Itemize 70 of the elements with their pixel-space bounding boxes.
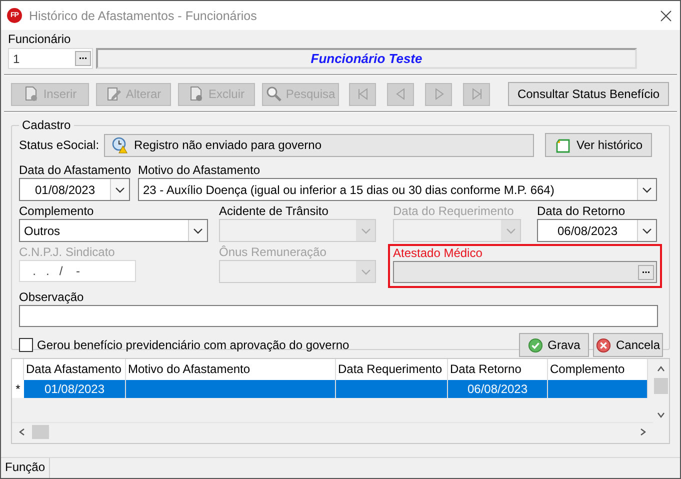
column-header[interactable]: Complemento <box>548 359 648 380</box>
history-button[interactable]: Ver histórico <box>545 133 652 157</box>
employee-name-display: Funcionário Teste <box>96 48 637 69</box>
column-header[interactable]: Data Retorno <box>448 359 548 380</box>
document-icon <box>554 137 571 153</box>
field-label: Acidente de Trânsito <box>219 204 330 219</box>
document-plus-icon <box>23 86 40 102</box>
field-label: Funcionário <box>8 32 72 47</box>
field-label: Atestado Médico <box>393 246 484 261</box>
scroll-up-icon[interactable] <box>657 365 665 373</box>
browse-button[interactable]: ... <box>75 51 91 66</box>
dropdown-chevron-icon <box>193 228 203 234</box>
scroll-right-icon[interactable] <box>639 428 647 436</box>
dropdown-field[interactable]: 01/08/2023 <box>19 178 130 201</box>
field-label: Observação <box>19 290 85 305</box>
table-cell: 06/08/2023 <box>448 380 548 398</box>
field-label: Data do Requerimento <box>393 204 515 219</box>
table-cell: 01/08/2023 <box>24 380 126 398</box>
status-button[interactable]: Consultar Status Benefício <box>508 82 669 106</box>
clock-warning-icon <box>111 136 128 154</box>
cancel-circle-icon <box>596 338 611 352</box>
dropdown-chevron-icon <box>642 228 652 234</box>
dropdown-chevron-icon <box>361 268 371 274</box>
field-label: Data do Afastamento <box>19 163 130 178</box>
field-value: 01/08/2023 <box>34 182 96 196</box>
column-header[interactable]: Data Requerimento <box>336 359 448 380</box>
action-button[interactable]: Cancela <box>593 333 663 357</box>
action-button[interactable]: Grava <box>519 333 589 357</box>
column-header[interactable]: Motivo do Afastamento <box>126 359 336 380</box>
skip-last-icon <box>470 87 484 101</box>
search-icon <box>266 86 282 102</box>
dropdown-chevron-icon <box>506 228 516 234</box>
column-header[interactable]: Data Afastamento <box>24 359 126 380</box>
document-minus-icon <box>188 86 204 102</box>
dropdown-field[interactable]: Outros <box>19 219 208 242</box>
field-value: Outros <box>23 224 62 238</box>
close-icon[interactable] <box>660 10 672 22</box>
dropdown-chevron-icon <box>642 186 652 192</box>
field-label: C.N.P.J. Sindicato <box>19 245 116 260</box>
field-label: Data do Retorno <box>537 204 626 219</box>
triangle-left-icon <box>394 87 408 101</box>
checkbox[interactable] <box>19 338 33 352</box>
window-title: Histórico de Afastamentos - Funcionários <box>29 8 258 22</box>
masked-input-field[interactable]: . . / - <box>19 260 136 282</box>
dropdown-field[interactable]: 06/08/2023 <box>537 219 657 242</box>
field-label: Ônus Remuneração <box>219 245 328 260</box>
scroll-thumb[interactable] <box>32 425 49 439</box>
status-bar-text: Função <box>1 458 50 478</box>
checkbox-label: Gerou benefício previdenciário com aprovação do governo <box>37 338 350 352</box>
dropdown-chevron-icon <box>361 228 371 234</box>
check-circle-icon <box>528 338 543 352</box>
row-indicator: * <box>12 380 24 398</box>
document-pencil-icon <box>106 86 122 102</box>
field-label: Complemento <box>19 204 95 219</box>
field-label: Status eSocial: <box>19 138 100 152</box>
status-field: Registro não enviado para governo <box>104 134 534 156</box>
scroll-thumb[interactable] <box>654 378 668 394</box>
field-value: 23 - Auxílio Doença (igual ou inferior a 15 dias ou 30 dias conforme M.P. 664) <box>142 182 556 196</box>
field-value: 06/08/2023 <box>556 224 619 238</box>
skip-first-icon <box>356 87 370 101</box>
group-title: Cadastro <box>21 118 72 132</box>
dropdown-chevron-icon <box>115 186 125 192</box>
dropdown-field[interactable]: 23 - Auxílio Doença (igual ou inferior a 15 dias ou 30 dias conforme M.P. 664) <box>138 178 657 201</box>
field-label: Motivo do Afastamento <box>138 163 262 178</box>
scroll-left-icon[interactable] <box>18 428 26 436</box>
observation-field[interactable] <box>19 305 658 327</box>
scroll-down-icon[interactable] <box>657 411 665 419</box>
code-field[interactable]: 1 ... <box>8 48 93 69</box>
horizontal-scrollbar[interactable] <box>12 422 653 441</box>
header-corner <box>12 359 24 380</box>
